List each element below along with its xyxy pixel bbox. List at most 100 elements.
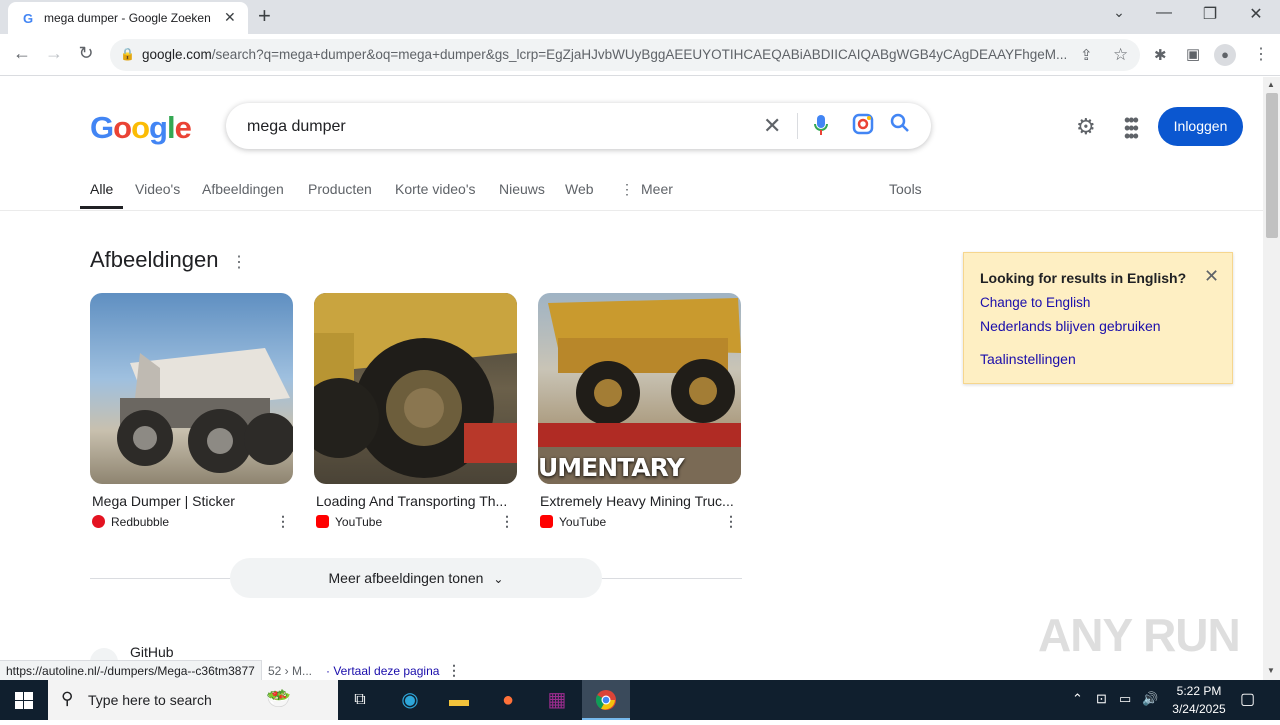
dumper-truck-image[interactable] [90,293,293,484]
start-button[interactable] [0,680,48,720]
images-heading: Afbeeldingen [90,247,219,272]
redbubble-icon [92,515,105,528]
lock-icon[interactable]: 🔒 [120,47,135,61]
google-lens-icon[interactable] [852,113,874,135]
youtube-icon [540,515,553,528]
clear-search-icon[interactable]: ✕ [763,113,781,139]
microphone-icon[interactable] [814,114,828,136]
google-apps-icon[interactable]: ••• ••• ••• [1124,111,1146,145]
extensions-icon[interactable]: ✱ [1154,46,1167,64]
settings-gear-icon[interactable]: ⚙ [1076,114,1096,140]
tab-videos[interactable]: Video's [135,181,180,197]
change-to-english-link[interactable]: Change to English [980,295,1090,310]
clock-date[interactable]: 3/24/2025 [1168,702,1230,716]
search-icon[interactable] [890,113,910,133]
tab-all[interactable]: Alle [90,181,113,197]
tab-images[interactable]: Afbeeldingen [202,181,284,197]
close-tab-icon[interactable]: ✕ [224,9,236,26]
profile-avatar[interactable]: ● [1214,44,1236,66]
video-overlay-text: UMENTARY [538,453,685,482]
logo-letter: G [90,110,114,145]
winrar-icon[interactable]: ▦ [533,680,581,720]
file-explorer-icon[interactable]: ▬ [435,680,483,720]
tab-products[interactable]: Producten [308,181,372,197]
share-icon[interactable]: ⇪ [1080,46,1093,64]
search-icon: ⚲ [61,689,74,708]
language-settings-link[interactable]: Taalinstellingen [980,351,1076,367]
url-text[interactable]: google.com/search?q=mega+dumper&oq=mega+… [142,47,1072,62]
anyrun-watermark: ANY RUN [1038,609,1241,661]
search-divider [797,113,798,139]
image-source[interactable]: Redbubble [92,515,169,529]
scroll-down-icon[interactable]: ▼ [1267,666,1275,675]
image-source[interactable]: YouTube [540,515,606,529]
device-icon[interactable]: ⊡ [1096,691,1107,707]
back-button[interactable]: ← [10,43,34,64]
keep-dutch-link[interactable]: Nederlands blijven gebruiken [980,318,1161,334]
search-input[interactable]: mega dumper [247,118,346,136]
taskbar-search-placeholder: Type here to search [88,692,212,708]
dumper-truck-image[interactable] [314,293,517,484]
volume-icon[interactable]: 🔊 [1142,691,1158,707]
logo-letter: e [174,110,192,145]
show-hidden-icons[interactable]: ⌃ [1072,691,1083,707]
more-images-button[interactable]: Meer afbeeldingen tonen ⌄ [230,558,602,598]
logo-letter: o [131,110,150,145]
bookmark-star-icon[interactable]: ☆ [1113,45,1128,65]
google-favicon-icon: G [22,11,34,26]
image-caption[interactable]: Loading And Transporting Th... [316,493,514,509]
translate-page-link[interactable]: · Vertaal deze pagina [326,664,439,678]
notifications-icon[interactable]: ▢ [1240,689,1255,709]
logo-letter: o [113,110,132,145]
image-caption[interactable]: Mega Dumper | Sticker [92,493,290,509]
network-icon[interactable]: ▭ [1119,691,1131,707]
browser-tab[interactable]: G mega dumper - Google Zoeken ✕ [8,2,248,34]
side-panel-icon[interactable]: ▣ [1186,45,1200,63]
status-bar-url: https://autoline.nl/-/dumpers/Mega--c36t… [0,660,262,681]
chrome-icon[interactable] [582,680,630,720]
tab-search-icon[interactable]: ⌄ [1099,4,1139,21]
taskbar-search[interactable]: ⚲ Type here to search 🥗 [48,680,338,720]
youtube-icon [316,515,329,528]
tab-web[interactable]: Web [565,181,594,197]
result-breadcrumb: 52 › M... [268,664,313,678]
result-site-name[interactable]: GitHub [130,644,174,660]
images-options-icon[interactable]: ⋮ [231,252,247,272]
tab-strip: G mega dumper - Google Zoeken ✕ + ⌄ — ❐ … [0,0,1280,34]
firefox-icon[interactable]: ● [484,680,532,720]
scrollbar-thumb[interactable] [1266,93,1278,238]
chevron-down-icon: ⌄ [493,572,504,586]
scroll-up-icon[interactable]: ▲ [1267,80,1275,89]
signin-button[interactable]: Inloggen [1158,107,1243,146]
close-window-button[interactable]: ✕ [1236,4,1276,24]
tools-button[interactable]: Tools [889,181,922,197]
tab-short-videos[interactable]: Korte video's [395,181,476,197]
menu-dots-icon[interactable]: ⋮ [1253,44,1269,64]
address-bar[interactable]: 🔒 google.com/search?q=mega+dumper&oq=meg… [110,39,1140,71]
logo-letter: g [149,110,168,145]
image-options-icon[interactable]: ⋮ [500,513,514,530]
close-icon[interactable]: ✕ [1204,266,1219,287]
more-dots-icon: ⋮ [620,181,634,197]
restore-button[interactable]: ❐ [1190,4,1230,24]
minimize-button[interactable]: — [1144,4,1184,22]
task-view-icon[interactable]: ⧉ [336,680,384,720]
new-tab-button[interactable]: + [258,4,271,28]
tab-news[interactable]: Nieuws [499,181,545,197]
reload-button[interactable]: ↻ [74,43,98,64]
google-logo[interactable]: Google [90,110,192,146]
image-caption[interactable]: Extremely Heavy Mining Truc... [540,493,738,509]
logo-letter: l [166,110,176,145]
image-source[interactable]: YouTube [316,515,382,529]
search-box[interactable]: mega dumper ✕ [226,103,931,149]
tabs-divider [0,210,1263,211]
active-tab-indicator [80,206,123,209]
tab-more[interactable]: ⋮ Meer [620,181,673,198]
image-options-icon[interactable]: ⋮ [724,513,738,530]
forward-button[interactable]: → [42,43,66,64]
clock-time[interactable]: 5:22 PM [1174,684,1224,698]
dumper-truck-image[interactable]: UMENTARY [538,293,741,484]
result-options-icon[interactable]: ⋮ [447,662,461,679]
edge-icon[interactable]: ◉ [386,680,434,720]
image-options-icon[interactable]: ⋮ [276,513,290,530]
